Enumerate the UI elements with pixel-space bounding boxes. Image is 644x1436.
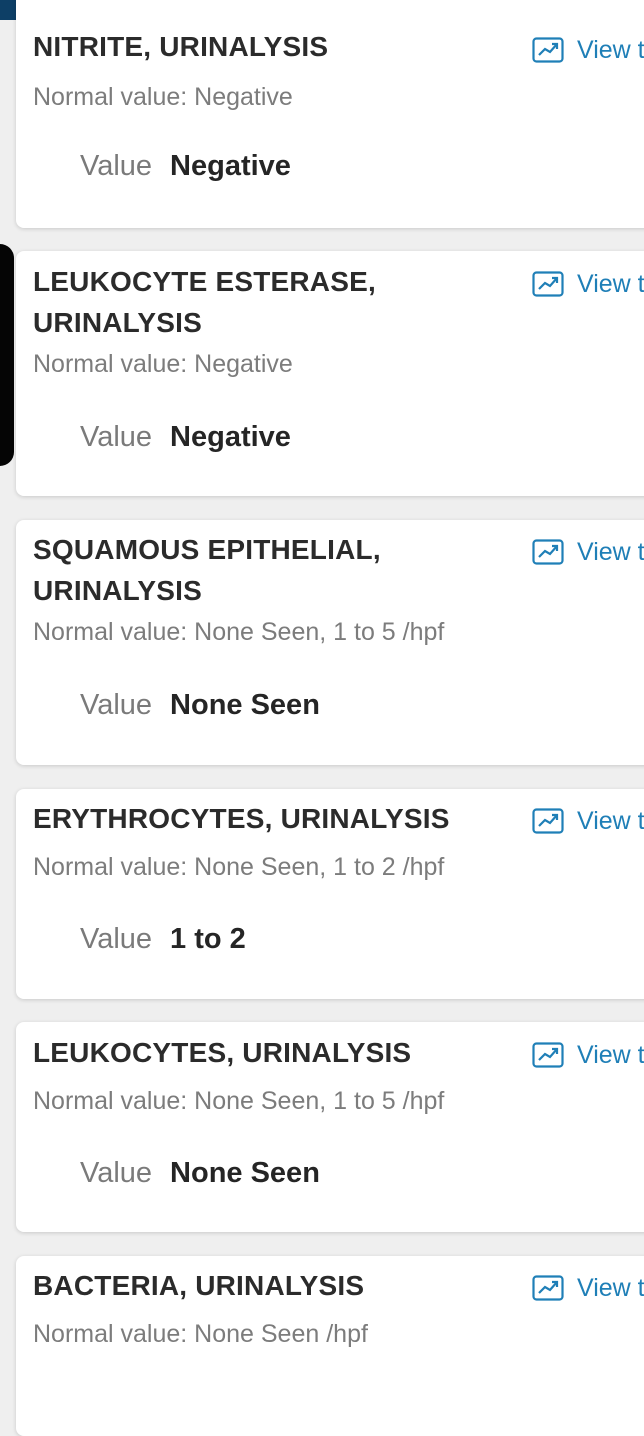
trend-chart-icon: [532, 1275, 564, 1301]
view-trend-link[interactable]: View t: [532, 535, 644, 569]
trend-chart-icon: [532, 1042, 564, 1068]
view-trend-link[interactable]: View t: [532, 267, 644, 301]
normal-value-text: Normal value: None Seen /hpf: [33, 1320, 368, 1348]
result-value-row: Value Negative: [80, 150, 291, 184]
trend-chart-icon: [532, 539, 564, 565]
view-trend-link[interactable]: View t: [532, 804, 644, 838]
result-value-row: Value None Seen: [80, 689, 320, 723]
value-label: Value: [80, 689, 153, 721]
trend-chart-icon: [532, 808, 564, 834]
result-title: SQUAMOUS EPITHELIAL, URINALYSIS: [33, 534, 381, 606]
value-label: Value: [80, 150, 153, 182]
normal-value-text: Normal value: Negative: [33, 350, 293, 378]
result-value: None Seen: [170, 689, 320, 721]
view-trend-label: View t: [577, 35, 644, 64]
result-card-nitrite: NITRITE, URINALYSIS Normal value: Negati…: [16, 0, 644, 228]
view-trend-label: View t: [577, 806, 644, 835]
result-card-leukocyte-esterase: LEUKOCYTE ESTERASE, URINALYSIS Normal va…: [16, 251, 644, 496]
result-card-leukocytes: LEUKOCYTES, URINALYSIS Normal value: Non…: [16, 1022, 644, 1232]
normal-value-text: Normal value: Negative: [33, 83, 293, 111]
result-title: ERYTHROCYTES, URINALYSIS: [33, 803, 450, 834]
result-title: NITRITE, URINALYSIS: [33, 31, 329, 62]
result-title: LEUKOCYTE ESTERASE, URINALYSIS: [33, 266, 376, 338]
view-trend-label: View t: [577, 1040, 644, 1069]
result-value: Negative: [170, 150, 291, 182]
trend-chart-icon: [532, 37, 564, 63]
result-title: LEUKOCYTES, URINALYSIS: [33, 1037, 412, 1068]
view-trend-label: View t: [577, 537, 644, 566]
result-value-row: Value 1 to 2: [80, 923, 246, 957]
view-trend-label: View t: [577, 1273, 644, 1302]
result-value-row: Value None Seen: [80, 1157, 320, 1191]
view-trend-link[interactable]: View t: [532, 1038, 644, 1072]
result-card-bacteria: BACTERIA, URINALYSIS Normal value: None …: [16, 1256, 644, 1436]
view-trend-link[interactable]: View t: [532, 1271, 644, 1305]
value-label: Value: [80, 421, 153, 453]
result-value: 1 to 2: [170, 923, 246, 955]
normal-value-text: Normal value: None Seen, 1 to 5 /hpf: [33, 1087, 445, 1115]
value-label: Value: [80, 1157, 153, 1189]
view-trend-link[interactable]: View t: [532, 33, 644, 67]
result-card-erythrocytes: ERYTHROCYTES, URINALYSIS Normal value: N…: [16, 789, 644, 999]
result-title: BACTERIA, URINALYSIS: [33, 1270, 365, 1301]
result-card-squamous-epithelial: SQUAMOUS EPITHELIAL, URINALYSIS Normal v…: [16, 520, 644, 765]
view-trend-label: View t: [577, 269, 644, 298]
result-value: None Seen: [170, 1157, 320, 1189]
result-value-row: Value Negative: [80, 421, 291, 455]
value-label: Value: [80, 923, 153, 955]
normal-value-text: Normal value: None Seen, 1 to 5 /hpf: [33, 618, 445, 646]
normal-value-text: Normal value: None Seen, 1 to 2 /hpf: [33, 853, 445, 881]
lab-results-list: NITRITE, URINALYSIS Normal value: Negati…: [0, 0, 644, 1436]
result-value: Negative: [170, 421, 291, 453]
trend-chart-icon: [532, 271, 564, 297]
